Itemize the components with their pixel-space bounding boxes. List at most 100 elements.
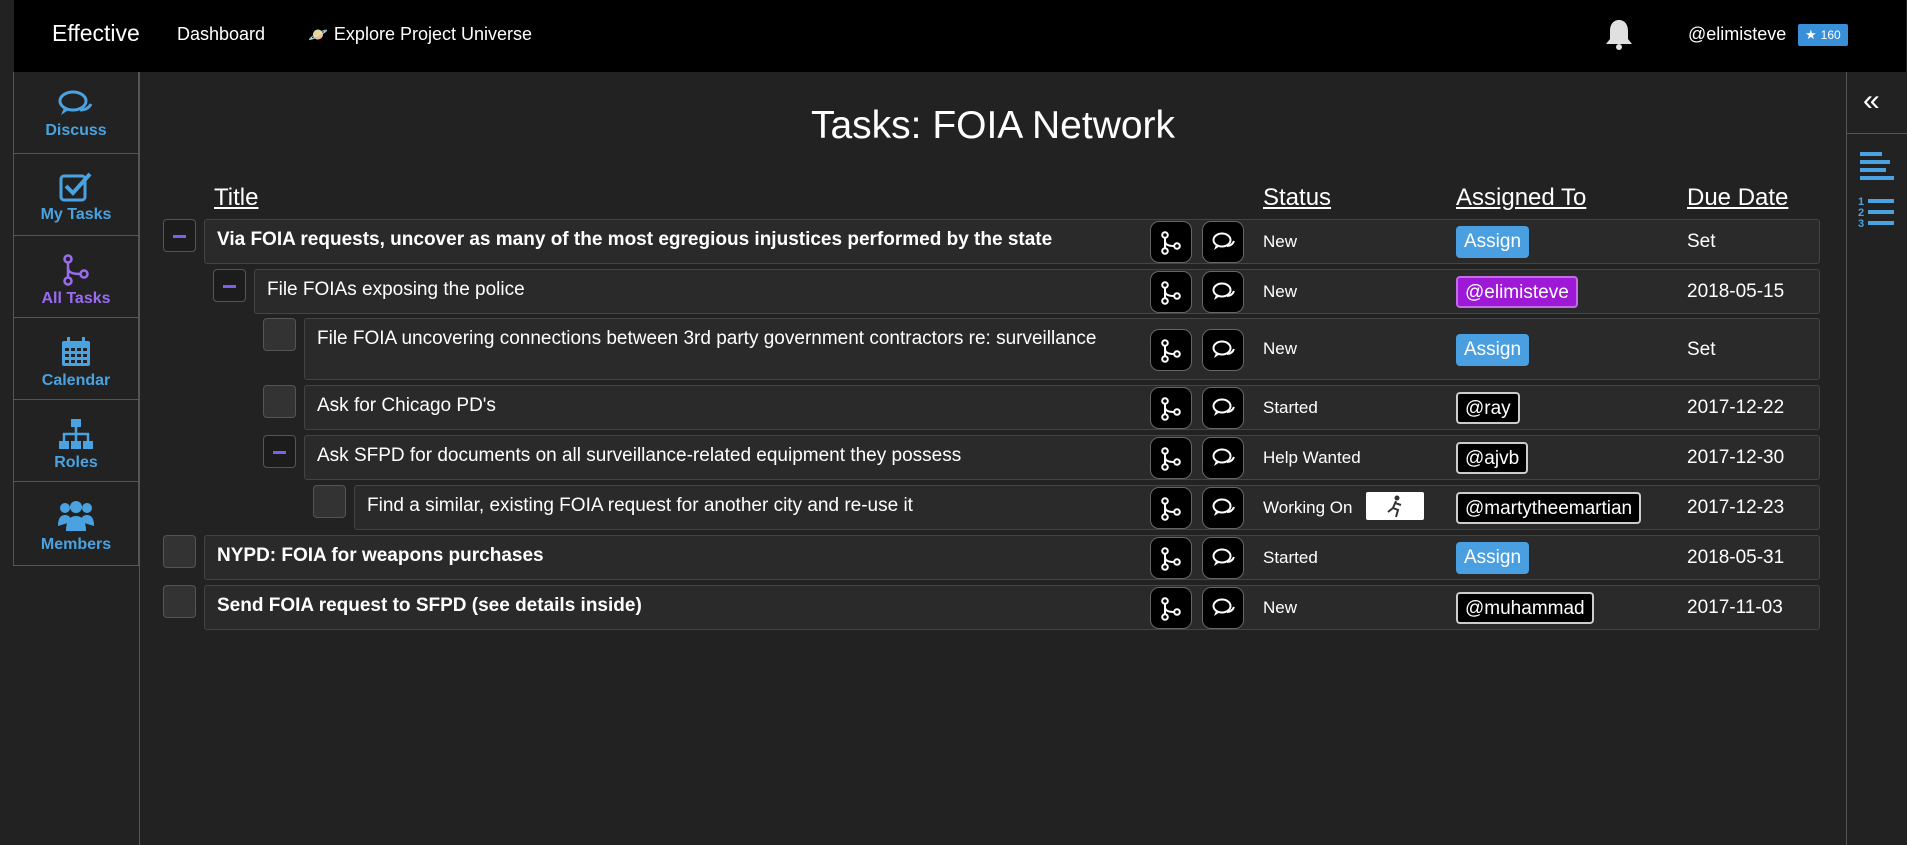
explore-link[interactable]: 🪐 Explore Project Universe — [308, 24, 532, 45]
sidebar-label-calendar: Calendar — [41, 372, 111, 389]
collapse-toggle[interactable] — [213, 269, 246, 302]
tree-icon — [1161, 397, 1181, 421]
page-title: Tasks: FOIA Network — [810, 104, 1176, 147]
task-row[interactable]: Ask SFPD for documents on all surveillan… — [304, 435, 1820, 480]
assignee-tag[interactable]: @elimisteve — [1456, 276, 1578, 308]
discuss-button[interactable] — [1202, 487, 1244, 529]
collapse-panel-icon[interactable]: « — [1863, 86, 1880, 116]
collapse-toggle[interactable] — [163, 219, 196, 252]
runner-icon — [1366, 492, 1424, 520]
brand-logo[interactable]: Effective — [52, 20, 140, 47]
task-row[interactable]: File FOIA uncovering connections between… — [304, 318, 1820, 380]
users-icon — [58, 501, 94, 531]
assign-button[interactable]: Assign — [1456, 334, 1530, 366]
subtasks-button[interactable] — [1150, 271, 1192, 313]
task-row[interactable]: Ask for Chicago PD's — [304, 385, 1820, 430]
subtasks-button[interactable] — [1150, 221, 1192, 263]
expand-toggle[interactable] — [263, 385, 296, 418]
assignee-tag[interactable]: @martytheemartian — [1456, 492, 1642, 524]
user-menu[interactable]: @elimisteve — [1688, 24, 1786, 45]
discuss-button[interactable] — [1202, 387, 1244, 429]
sidebar-label-roles: Roles — [54, 454, 98, 471]
column-header-title[interactable]: Title — [214, 184, 258, 212]
expand-toggle[interactable] — [263, 318, 296, 351]
subtasks-button[interactable] — [1150, 437, 1192, 479]
due-date[interactable]: Set — [1687, 231, 1716, 253]
sidebar-item-my-tasks[interactable]: My Tasks — [14, 154, 138, 236]
task-status[interactable]: Started — [1263, 398, 1318, 418]
task-row[interactable]: NYPD: FOIA for weapons purchases — [204, 535, 1820, 580]
sidebar-label-my-tasks: My Tasks — [40, 206, 112, 223]
task-row[interactable]: File FOIAs exposing the police — [254, 269, 1820, 314]
main-divider-left — [139, 72, 140, 845]
karma-badge[interactable]: ★ 160 — [1798, 24, 1848, 46]
subtasks-button[interactable] — [1150, 329, 1192, 371]
chat-icon — [1212, 548, 1235, 566]
due-date[interactable]: 2018-05-31 — [1687, 547, 1784, 569]
due-date[interactable]: Set — [1687, 339, 1716, 361]
subtasks-button[interactable] — [1150, 587, 1192, 629]
top-navbar: Effective Dashboard 🪐 Explore Project Uni… — [14, 0, 1906, 72]
sidebar-item-discuss[interactable]: Discuss — [14, 72, 138, 154]
task-title[interactable]: NYPD: FOIA for weapons purchases — [217, 542, 544, 569]
due-date[interactable]: 2018-05-15 — [1687, 281, 1784, 303]
task-status[interactable]: Started — [1263, 548, 1318, 568]
bell-icon[interactable] — [1604, 18, 1634, 50]
assign-button[interactable]: Assign — [1456, 226, 1530, 258]
subtasks-button[interactable] — [1150, 487, 1192, 529]
saturn-icon: 🪐 — [308, 27, 328, 44]
task-row[interactable]: Via FOIA requests, uncover as many of th… — [204, 219, 1820, 264]
task-status[interactable]: New — [1263, 598, 1297, 618]
column-header-due-date[interactable]: Due Date — [1687, 184, 1788, 212]
explore-label: Explore Project Universe — [333, 24, 533, 44]
discuss-button[interactable] — [1202, 271, 1244, 313]
task-title[interactable]: File FOIAs exposing the police — [267, 276, 525, 303]
discuss-button[interactable] — [1202, 587, 1244, 629]
chat-icon — [1212, 598, 1235, 616]
due-date[interactable]: 2017-12-30 — [1687, 447, 1784, 469]
task-title[interactable]: Send FOIA request to SFPD (see details i… — [217, 592, 642, 619]
expand-toggle[interactable] — [163, 535, 196, 568]
task-title[interactable]: File FOIA uncovering connections between… — [317, 325, 1097, 352]
assignee-tag[interactable]: @ray — [1456, 392, 1520, 424]
task-title[interactable]: Find a similar, existing FOIA request fo… — [367, 492, 913, 519]
subtasks-button[interactable] — [1150, 537, 1192, 579]
subtasks-button[interactable] — [1150, 387, 1192, 429]
task-status[interactable]: New — [1263, 282, 1297, 302]
sidebar-item-members[interactable]: Members — [14, 482, 138, 564]
task-status[interactable]: New — [1263, 232, 1297, 252]
checkbox-icon — [59, 172, 92, 202]
sidebar-item-all-tasks[interactable]: All Tasks — [14, 236, 138, 318]
assignee-tag[interactable]: @ajvb — [1456, 442, 1529, 474]
task-status[interactable]: Help Wanted — [1263, 448, 1361, 468]
discuss-button[interactable] — [1202, 221, 1244, 263]
discuss-button[interactable] — [1202, 437, 1244, 479]
dashboard-link[interactable]: Dashboard — [177, 24, 265, 45]
karma-count: 160 — [1820, 28, 1841, 42]
numbered-list-icon[interactable]: 123 — [1858, 195, 1894, 234]
collapse-toggle[interactable] — [263, 435, 296, 468]
column-header-status[interactable]: Status — [1263, 184, 1331, 212]
tree-icon — [1161, 447, 1181, 471]
expand-toggle[interactable] — [313, 485, 346, 518]
task-title[interactable]: Via FOIA requests, uncover as many of th… — [217, 226, 1052, 253]
tree-icon — [1161, 597, 1181, 621]
column-header-assigned[interactable]: Assigned To — [1456, 184, 1586, 212]
discuss-button[interactable] — [1202, 537, 1244, 579]
task-title[interactable]: Ask for Chicago PD's — [317, 392, 496, 419]
assignee-tag[interactable]: @muhammad — [1456, 592, 1594, 624]
task-status[interactable]: Working On — [1263, 498, 1352, 518]
task-status[interactable]: New — [1263, 339, 1297, 359]
sidebar-item-calendar[interactable]: Calendar — [14, 318, 138, 400]
sidebar-item-roles[interactable]: Roles — [14, 400, 138, 482]
task-title[interactable]: Ask SFPD for documents on all surveillan… — [317, 442, 961, 469]
due-date[interactable]: 2017-12-22 — [1687, 397, 1784, 419]
discuss-button[interactable] — [1202, 329, 1244, 371]
due-date[interactable]: 2017-11-03 — [1687, 597, 1783, 619]
chat-icon — [1212, 282, 1235, 300]
assign-button[interactable]: Assign — [1456, 542, 1530, 574]
expand-toggle[interactable] — [163, 585, 196, 618]
svg-text:3: 3 — [1858, 218, 1864, 229]
align-left-icon[interactable] — [1860, 152, 1894, 187]
due-date[interactable]: 2017-12-23 — [1687, 497, 1784, 519]
